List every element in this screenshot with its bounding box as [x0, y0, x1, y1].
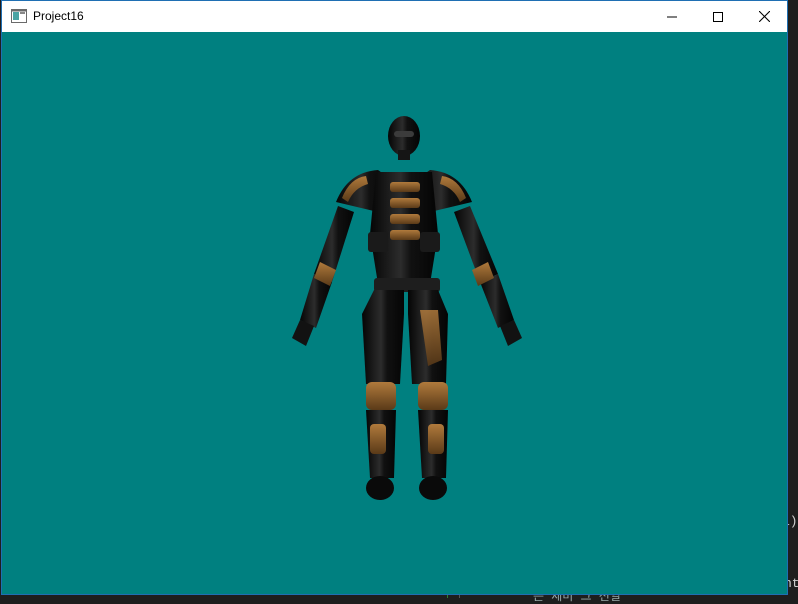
- app-window-icon: [11, 9, 27, 23]
- render-viewport[interactable]: [2, 32, 787, 594]
- minimize-button[interactable]: [649, 1, 695, 32]
- close-icon: [758, 11, 770, 22]
- maximize-icon: [713, 11, 723, 22]
- close-button[interactable]: [741, 1, 787, 32]
- maximize-button[interactable]: [695, 1, 741, 32]
- armored-soldier-model: [292, 116, 522, 500]
- app-window: Project16: [1, 0, 788, 595]
- minimize-icon: [667, 16, 677, 17]
- window-title: Project16: [33, 9, 84, 23]
- title-bar[interactable]: Project16: [2, 1, 787, 32]
